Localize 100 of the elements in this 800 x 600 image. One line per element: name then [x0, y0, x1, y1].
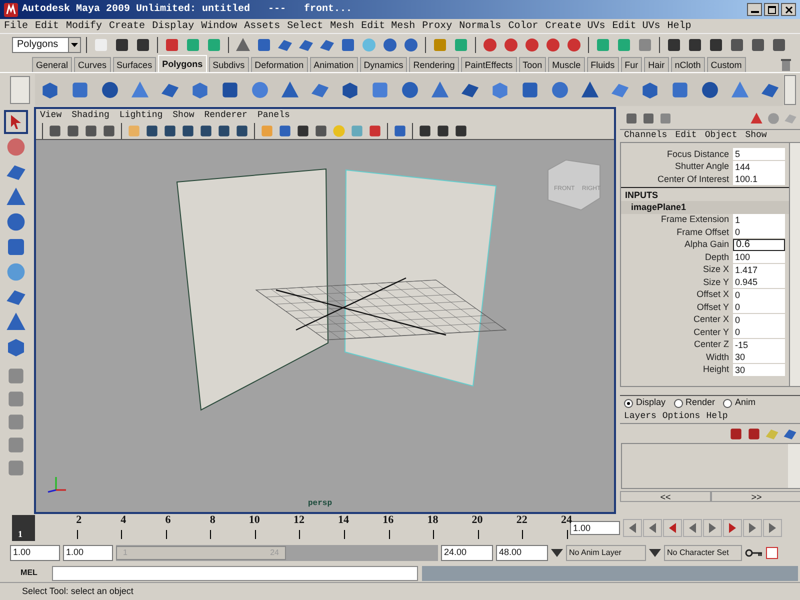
attribute-value-field[interactable]: 5: [733, 148, 785, 160]
attribute-value-field[interactable]: 100.1: [733, 173, 785, 186]
menu-item[interactable]: Select: [287, 18, 324, 34]
menu-item[interactable]: Create: [109, 18, 146, 34]
panel-menu-item[interactable]: Shading: [72, 108, 110, 122]
menu-item[interactable]: File: [4, 18, 28, 34]
menu-item[interactable]: Edit UVs: [612, 18, 660, 34]
caret-icon[interactable]: [649, 549, 661, 557]
panel-menu-item[interactable]: Lighting: [119, 108, 163, 122]
command-input-field[interactable]: [52, 566, 418, 580]
character-set-field[interactable]: No Character Set: [664, 545, 742, 561]
key-icon[interactable]: [745, 548, 763, 558]
trash-icon[interactable]: [780, 58, 792, 72]
panel-menu-item[interactable]: Show: [172, 108, 194, 122]
radio-button[interactable]: [674, 398, 683, 408]
panel-menu-item[interactable]: Renderer: [204, 108, 248, 122]
shelf-tab[interactable]: Muscle: [548, 57, 585, 72]
attribute-value-field[interactable]: 0: [733, 301, 785, 314]
step-back-key-icon[interactable]: [663, 519, 682, 537]
current-frame-marker[interactable]: 1: [12, 515, 35, 541]
shelf-tab[interactable]: General: [32, 57, 72, 72]
menu-item[interactable]: Modify: [66, 18, 102, 34]
node-name[interactable]: imagePlane1: [621, 200, 789, 214]
anim-layer-field[interactable]: No Anim Layer: [566, 545, 646, 561]
shelf-tab[interactable]: Subdivs: [208, 57, 249, 72]
command-language-label[interactable]: MEL: [10, 567, 48, 579]
current-time-field[interactable]: 1.00: [570, 521, 620, 535]
layer-menu-item[interactable]: Help: [706, 410, 728, 424]
play-forward-icon[interactable]: [703, 519, 722, 537]
attribute-value-field[interactable]: 0: [733, 326, 785, 338]
page-button[interactable]: >>: [711, 491, 800, 502]
step-back-icon[interactable]: [643, 519, 662, 537]
shelf-tab[interactable]: Fur: [620, 57, 642, 72]
layer-menu-item[interactable]: Options: [662, 410, 700, 424]
channel-menu-item[interactable]: Channels: [624, 129, 668, 143]
shelf-tab[interactable]: Polygons: [158, 55, 207, 72]
minimize-button[interactable]: [747, 3, 762, 16]
attribute-value-field[interactable]: 0: [733, 288, 785, 301]
menu-item[interactable]: Assets: [244, 18, 280, 34]
range-start-field[interactable]: 1.00: [63, 545, 113, 561]
attribute-value-field[interactable]: 1: [733, 214, 785, 226]
menu-item[interactable]: Color: [508, 18, 538, 34]
scrollbar[interactable]: [784, 74, 796, 104]
menu-item[interactable]: Create UVs: [545, 18, 606, 34]
shelf-tab[interactable]: Toon: [518, 57, 546, 72]
radio-button[interactable]: [624, 398, 633, 408]
attribute-value-field[interactable]: 30: [733, 351, 785, 364]
shelf-tab[interactable]: PaintEffects: [460, 57, 517, 72]
channel-menu-item[interactable]: Edit: [675, 129, 697, 143]
shelf-tab[interactable]: Animation: [310, 57, 358, 72]
shelf-tab[interactable]: Curves: [74, 57, 111, 72]
range-end-field[interactable]: 24.00: [441, 545, 493, 561]
menu-item[interactable]: Window: [201, 18, 238, 34]
attribute-value-field[interactable]: 0: [733, 314, 785, 326]
attribute-value-field[interactable]: -15: [733, 338, 785, 351]
attribute-value-field[interactable]: 0: [733, 226, 785, 238]
menu-item[interactable]: Mesh: [330, 18, 354, 34]
scrollbar[interactable]: [788, 444, 800, 488]
attribute-value-field[interactable]: 0.945: [733, 276, 785, 288]
menu-item[interactable]: Help: [667, 18, 692, 34]
attribute-value-field[interactable]: 0.6: [733, 238, 785, 251]
shelf-tab[interactable]: Hair: [644, 57, 669, 72]
panel-menu-item[interactable]: Panels: [257, 108, 290, 122]
menu-item[interactable]: Edit: [35, 18, 60, 34]
step-forward-key-icon[interactable]: [723, 519, 742, 537]
page-button[interactable]: <<: [620, 491, 711, 502]
attribute-value-field[interactable]: 30: [733, 364, 785, 376]
shelf-tab[interactable]: Custom: [706, 57, 746, 72]
attribute-value-field[interactable]: 144: [733, 160, 785, 173]
panel-menu-item[interactable]: View: [40, 108, 62, 122]
radio-button[interactable]: [723, 398, 732, 408]
play-backward-icon[interactable]: [683, 519, 702, 537]
end-time-field[interactable]: 48.00: [496, 545, 548, 561]
close-button[interactable]: [781, 3, 796, 16]
menu-item[interactable]: Edit Mesh: [361, 18, 416, 34]
sphere-icon[interactable]: [381, 36, 399, 54]
step-forward-icon[interactable]: [743, 519, 762, 537]
channel-menu-item[interactable]: Object: [704, 129, 738, 143]
attribute-value-field[interactable]: 100: [733, 251, 785, 264]
shelf-menu-button[interactable]: [10, 76, 30, 104]
caret-icon[interactable]: [551, 549, 563, 557]
go-to-end-icon[interactable]: [763, 519, 782, 537]
channel-menu-item[interactable]: Show: [745, 129, 767, 143]
maximize-button[interactable]: [764, 3, 779, 16]
menu-item[interactable]: Normals: [459, 18, 502, 34]
start-time-field[interactable]: 1.00: [10, 545, 60, 561]
attribute-value-field[interactable]: 1.417: [733, 264, 785, 276]
go-to-start-icon[interactable]: [623, 519, 642, 537]
shelf-tab[interactable]: Deformation: [250, 57, 308, 72]
shelf-tab[interactable]: Fluids: [586, 57, 619, 72]
scrollbar[interactable]: [789, 143, 800, 386]
layer-menu-item[interactable]: Layers: [624, 410, 656, 424]
select-tool-button[interactable]: [4, 110, 28, 134]
shelf-tab[interactable]: Dynamics: [360, 57, 408, 72]
shelf-tab[interactable]: nCloth: [670, 57, 705, 72]
menu-item[interactable]: Display: [152, 18, 194, 34]
shelf-tab[interactable]: Rendering: [409, 57, 459, 72]
menu-item[interactable]: Proxy: [422, 18, 452, 34]
shelf-tab[interactable]: Surfaces: [112, 57, 156, 72]
mode-dropdown[interactable]: Polygons: [12, 36, 81, 52]
